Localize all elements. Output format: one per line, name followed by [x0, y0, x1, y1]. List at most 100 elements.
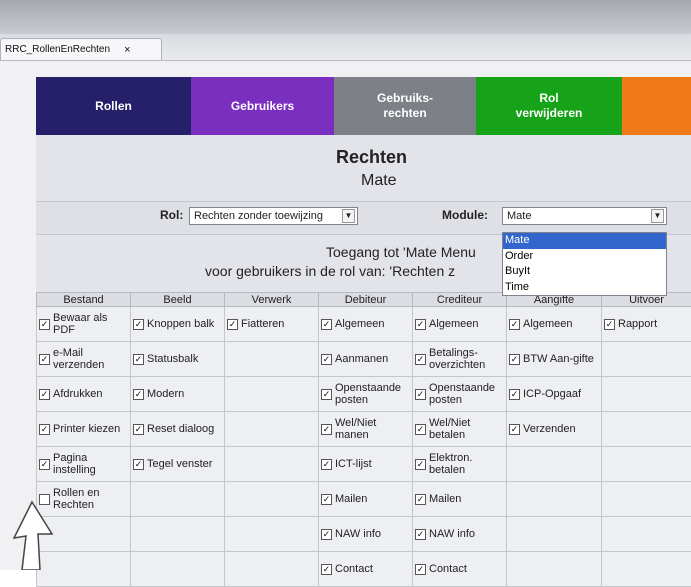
permission-checkbox[interactable]: ✓: [415, 459, 426, 470]
permission-checkbox[interactable]: ✓: [133, 424, 144, 435]
permission-checkbox[interactable]: ✓: [415, 424, 426, 435]
permission-label: Wel/Niet manen: [335, 417, 410, 441]
table-row: ✓Bewaar als PDF✓Knoppen balk✓Fiatteren✓A…: [37, 307, 691, 342]
dropdown-option[interactable]: Mate: [503, 233, 666, 249]
rol-label: Rol:: [160, 208, 183, 222]
pointer-arrow-icon: [12, 500, 56, 570]
permission-checkbox[interactable]: ✓: [321, 564, 332, 575]
nav-gebruikers-button[interactable]: Gebruikers: [191, 77, 334, 135]
permission-label: Contact: [335, 563, 373, 575]
permission-checkbox[interactable]: ✓: [415, 529, 426, 540]
permission-checkbox[interactable]: ✓: [133, 319, 144, 330]
table-cell: ✓ICP-Opgaaf: [507, 377, 602, 412]
document-tab-title: RRC_RollenEnRechten: [5, 44, 110, 55]
permission-label: Betalings-overzichten: [429, 347, 504, 371]
permission-label: Reset dialoog: [147, 423, 214, 435]
table-cell: ✓NAW info: [413, 517, 507, 552]
permission-checkbox[interactable]: ✓: [321, 389, 332, 400]
table-cell: ✓Knoppen balk: [131, 307, 225, 342]
table-cell: ✓Contact: [413, 552, 507, 587]
permission-label: BTW Aan-gifte: [523, 353, 594, 365]
document-tab[interactable]: RRC_RollenEnRechten ×: [0, 38, 162, 60]
permission-checkbox[interactable]: ✓: [227, 319, 238, 330]
table-row: ✓Printer kiezen✓Reset dialoog✓Wel/Niet m…: [37, 412, 691, 447]
permission-checkbox[interactable]: ✓: [415, 494, 426, 505]
table-cell: ✓Rapport: [602, 307, 691, 342]
table-cell: [507, 482, 602, 517]
table-cell: [602, 412, 691, 447]
close-icon[interactable]: ×: [124, 44, 130, 56]
table-row: ✓Contact✓Contact: [37, 552, 691, 587]
permission-checkbox[interactable]: ✓: [509, 319, 520, 330]
table-cell: ✓Mailen: [413, 482, 507, 517]
permission-checkbox[interactable]: ✓: [321, 424, 332, 435]
permission-label: Mailen: [335, 493, 367, 505]
permission-checkbox[interactable]: ✓: [39, 389, 50, 400]
permission-label: ICP-Opgaaf: [523, 388, 581, 400]
permission-checkbox[interactable]: ✓: [604, 319, 615, 330]
access-text-line2: voor gebruikers in de rol van: 'Rechten …: [205, 263, 455, 279]
table-cell: ✓Openstaande posten: [319, 377, 413, 412]
column-header: Debiteur: [319, 293, 413, 307]
permission-checkbox[interactable]: ✓: [39, 319, 50, 330]
permission-checkbox[interactable]: ✓: [321, 459, 332, 470]
permission-checkbox[interactable]: ✓: [415, 389, 426, 400]
permission-label: Mailen: [429, 493, 461, 505]
table-row: ✓Afdrukken✓Modern✓Openstaande posten✓Ope…: [37, 377, 691, 412]
permission-label: Fiatteren: [241, 318, 284, 330]
nav-rollen-button[interactable]: Rollen: [36, 77, 191, 135]
table-cell: ✓Algemeen: [507, 307, 602, 342]
table-cell: [602, 342, 691, 377]
permission-checkbox[interactable]: ✓: [415, 564, 426, 575]
chevron-down-icon[interactable]: ▼: [651, 209, 664, 223]
permission-checkbox[interactable]: ✓: [321, 319, 332, 330]
permission-checkbox[interactable]: ✓: [39, 354, 50, 365]
permission-checkbox[interactable]: ✓: [509, 424, 520, 435]
rol-select-value: Rechten zonder toewijzing: [194, 210, 323, 222]
permission-checkbox[interactable]: ✓: [133, 389, 144, 400]
rol-select[interactable]: Rechten zonder toewijzing ▼: [189, 207, 358, 225]
dropdown-option[interactable]: BuyIt: [503, 264, 666, 280]
module-dropdown-list: MateOrderBuyItTime: [502, 232, 667, 296]
column-header: Crediteur: [413, 293, 507, 307]
nav-rol-verwijderen-button[interactable]: Rolverwijderen: [476, 77, 622, 135]
permission-checkbox[interactable]: ✓: [133, 354, 144, 365]
permission-checkbox[interactable]: ✓: [39, 424, 50, 435]
table-cell: ✓Verzenden: [507, 412, 602, 447]
permission-checkbox[interactable]: ✓: [321, 494, 332, 505]
access-text-line1: Toegang tot 'Mate Menu: [326, 244, 476, 260]
permission-checkbox[interactable]: ✓: [509, 389, 520, 400]
permission-label: Elektron. betalen: [429, 452, 504, 476]
navigation-bar: Rollen Gebruikers Gebruiks-rechten Rolve…: [36, 77, 691, 135]
permission-label: Pagina instelling: [53, 452, 128, 476]
module-select[interactable]: Mate ▼: [502, 207, 667, 225]
permission-checkbox[interactable]: ✓: [321, 354, 332, 365]
page-title: Rechten: [336, 147, 407, 168]
dropdown-option[interactable]: Time: [503, 280, 666, 296]
permission-checkbox[interactable]: ✓: [39, 459, 50, 470]
table-cell: [507, 517, 602, 552]
permission-label: Openstaande posten: [429, 382, 504, 406]
permission-checkbox[interactable]: ✓: [415, 319, 426, 330]
table-cell: ✓Afdrukken: [37, 377, 131, 412]
table-cell: ✓Printer kiezen: [37, 412, 131, 447]
permission-checkbox[interactable]: ✓: [321, 529, 332, 540]
table-cell: ✓Wel/Niet betalen: [413, 412, 507, 447]
table-cell: ✓BTW Aan-gifte: [507, 342, 602, 377]
table-cell: [225, 412, 319, 447]
chevron-down-icon[interactable]: ▼: [342, 209, 355, 223]
dropdown-option[interactable]: Order: [503, 249, 666, 265]
table-cell: [225, 552, 319, 587]
permission-checkbox[interactable]: ✓: [509, 354, 520, 365]
table-row: Rollen en Rechten✓Mailen✓Mailen: [37, 482, 691, 517]
table-cell: [507, 552, 602, 587]
permission-label: Bewaar als PDF: [53, 312, 128, 336]
permission-checkbox[interactable]: ✓: [133, 459, 144, 470]
permission-label: Algemeen: [523, 318, 573, 330]
nav-extra-button[interactable]: [622, 77, 691, 135]
permission-label: Contact: [429, 563, 467, 575]
nav-gebruiksrechten-button[interactable]: Gebruiks-rechten: [334, 77, 476, 135]
table-cell: ✓Algemeen: [413, 307, 507, 342]
permission-checkbox[interactable]: ✓: [415, 354, 426, 365]
column-header: Bestand: [37, 293, 131, 307]
